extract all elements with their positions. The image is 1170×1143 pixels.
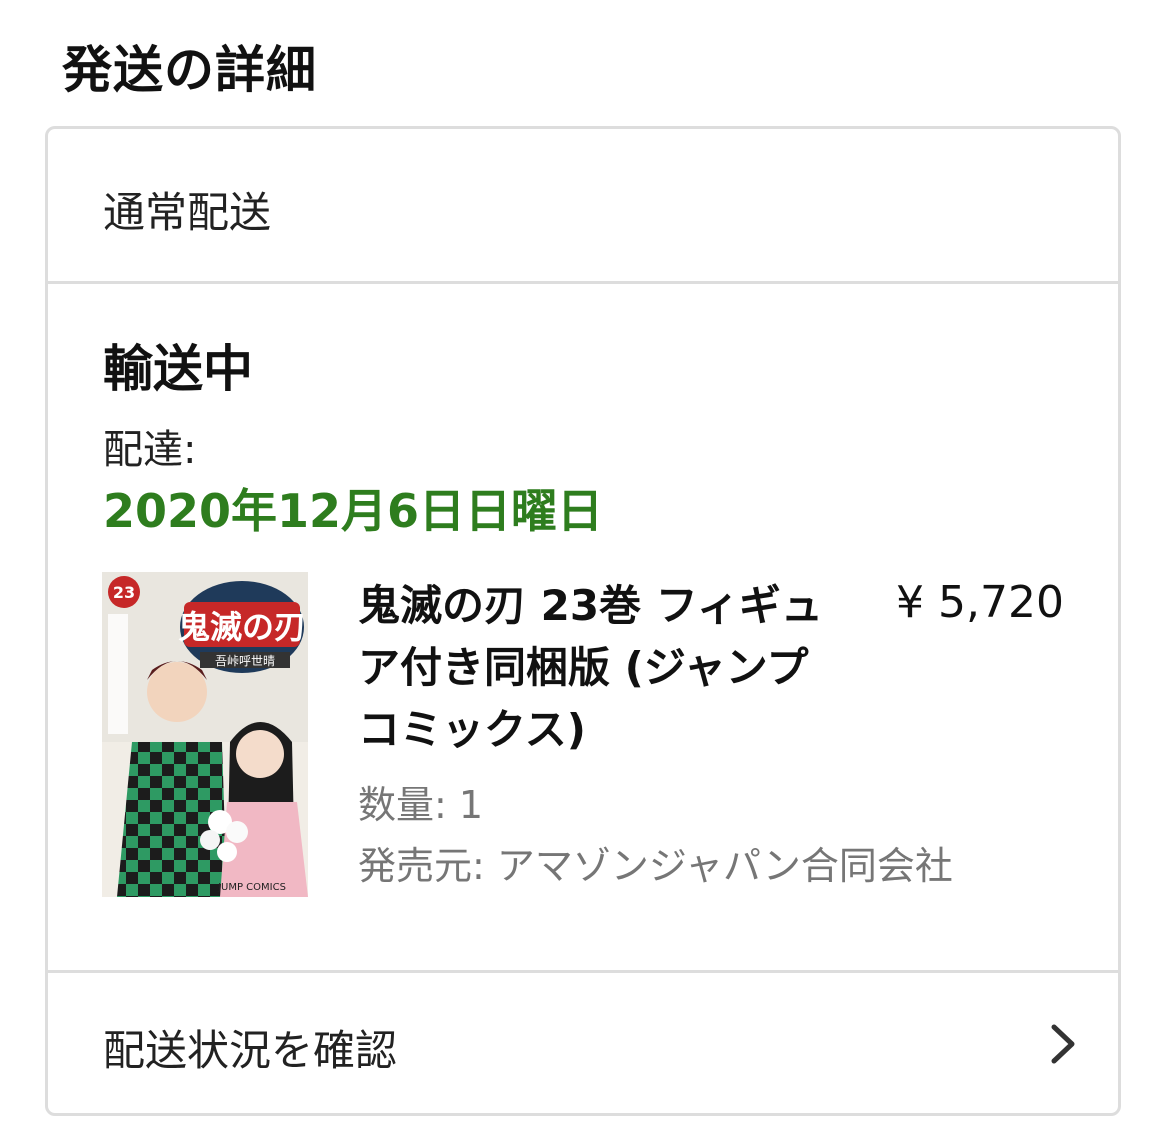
cover-logo: 鬼滅の刃 (178, 608, 306, 646)
product-seller: 発売元: アマゾンジャパン合同会社 (358, 844, 953, 888)
cover-author: 吾峠呼世晴 (215, 653, 275, 668)
page-title: 発送の詳細 (62, 41, 317, 99)
shipment-card: 通常配送 輸送中 配達: 2020年12月6日日曜日 鬼滅の刃 吾峠呼世晴 23… (45, 126, 1121, 1116)
delivery-label: 配達: (103, 427, 197, 473)
cover-volume: 23 (113, 583, 135, 602)
delivery-date: 2020年12月6日日曜日 (103, 484, 604, 538)
chevron-right-icon (1051, 1024, 1075, 1064)
product-title-link[interactable]: 鬼滅の刃 23巻 フィギュア付き同梱版 (ジャンプコミックス) (358, 575, 828, 761)
track-package-button[interactable]: 配送状況を確認 (48, 970, 1118, 1113)
product-price: ¥ 5,720 (896, 577, 1064, 628)
shipment-status: 輸送中 (103, 340, 253, 398)
cover-imprint: JUMP COMICS (217, 882, 286, 893)
product-quantity: 数量: 1 (358, 783, 484, 827)
product-image[interactable]: 鬼滅の刃 吾峠呼世晴 23 JUMP COMICS (102, 572, 308, 897)
shipping-method-label: 通常配送 (103, 188, 272, 237)
track-package-label: 配送状況を確認 (103, 1026, 398, 1075)
shipping-method-section: 通常配送 (48, 129, 1118, 284)
